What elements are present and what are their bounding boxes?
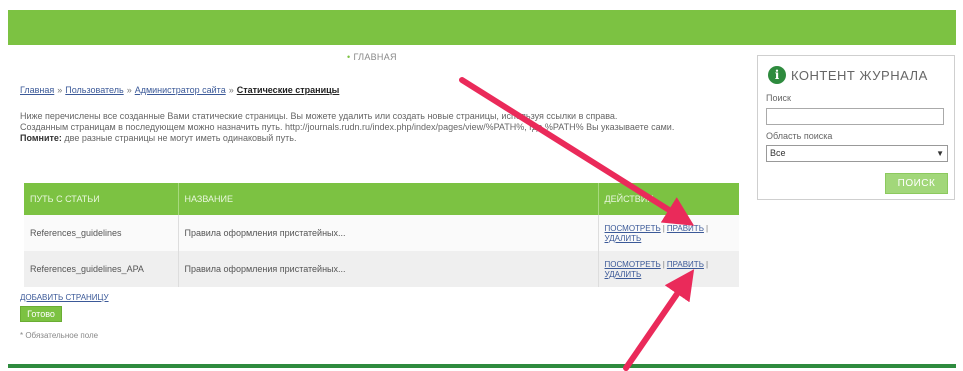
delete-link[interactable]: УДАЛИТЬ <box>605 270 734 279</box>
static-pages-table: ПУТЬ С СТАТЬИ НАЗВАНИЕ ДЕЙСТВИЯ Referenc… <box>24 183 739 287</box>
table-header-row: ПУТЬ С СТАТЬИ НАЗВАНИЕ ДЕЙСТВИЯ <box>24 183 739 215</box>
breadcrumb-separator: » <box>126 85 132 95</box>
link-divider: | <box>705 224 709 233</box>
description-line-2: Созданным страницам в последующем можно … <box>20 122 675 132</box>
breadcrumb: Главная» Пользователь» Администратор сайта… <box>20 85 339 95</box>
nav-home-label: ГЛАВНАЯ <box>353 52 397 62</box>
footer-bar <box>8 364 956 368</box>
sidebar-title: КОНТЕНТ ЖУРНАЛА <box>791 67 928 83</box>
link-divider: | <box>705 260 709 269</box>
arrow-lower <box>623 269 695 371</box>
search-button[interactable]: ПОИСК <box>885 173 948 194</box>
column-header-actions: ДЕЙСТВИЯ <box>598 183 739 215</box>
breadcrumb-item-site-admin[interactable]: Администратор сайта <box>135 85 226 95</box>
breadcrumb-separator: » <box>228 85 234 95</box>
note-text: две разные страницы не могут иметь одина… <box>64 133 297 143</box>
cell-title: Правила оформления пристатейных... <box>178 215 599 251</box>
cell-path: References_guidelines_APA <box>24 251 179 287</box>
breadcrumb-item-home[interactable]: Главная <box>20 85 54 95</box>
sidebar-header: i КОНТЕНТ ЖУРНАЛА <box>768 66 928 84</box>
search-scope-select[interactable]: Все ▼ <box>766 145 948 162</box>
page-description: Ниже перечислены все созданные Вами стат… <box>20 111 732 144</box>
breadcrumb-item-user[interactable]: Пользователь <box>65 85 123 95</box>
description-line-1: Ниже перечислены все созданные Вами стат… <box>20 111 618 121</box>
cell-path: References_guidelines <box>24 215 179 251</box>
table-row: References_guidelines_APA Правила оформл… <box>24 251 739 287</box>
search-scope-value: Все <box>770 148 786 158</box>
view-link[interactable]: ПОСМОТРЕТЬ <box>605 260 661 269</box>
link-divider: | <box>662 260 665 269</box>
note-bold: Помните: <box>20 133 62 143</box>
search-label: Поиск <box>766 93 791 103</box>
ready-button[interactable]: Готово <box>20 306 62 322</box>
dropdown-arrow-icon: ▼ <box>936 149 944 158</box>
edit-link[interactable]: ПРАВИТЬ <box>667 260 704 269</box>
view-link[interactable]: ПОСМОТРЕТЬ <box>605 224 661 233</box>
breadcrumb-separator: » <box>57 85 63 95</box>
header-bar <box>8 10 956 45</box>
info-icon: i <box>768 66 786 84</box>
description-note: Помните: две разные страницы не могут им… <box>20 133 732 144</box>
cell-title: Правила оформления пристатейных... <box>178 251 599 287</box>
delete-link[interactable]: УДАЛИТЬ <box>605 234 734 243</box>
required-field-note: * Обязательное поле <box>20 331 99 340</box>
search-input[interactable] <box>766 108 944 125</box>
column-header-title: НАЗВАНИЕ <box>178 183 599 215</box>
add-page-link[interactable]: ДОБАВИТЬ СТРАНИЦУ <box>20 293 109 302</box>
journal-content-sidebar: i КОНТЕНТ ЖУРНАЛА Поиск Область поиска В… <box>757 55 955 200</box>
edit-link[interactable]: ПРАВИТЬ <box>667 224 704 233</box>
table-row: References_guidelines Правила оформления… <box>24 215 739 251</box>
bullet-icon: • <box>347 52 351 62</box>
breadcrumb-current: Статические страницы <box>236 85 340 95</box>
search-scope-label: Область поиска <box>766 131 833 141</box>
nav-home[interactable]: • ГЛАВНАЯ <box>347 52 397 62</box>
cell-actions: ПОСМОТРЕТЬ | ПРАВИТЬ | УДАЛИТЬ <box>598 215 739 251</box>
link-divider: | <box>662 224 665 233</box>
column-header-path: ПУТЬ С СТАТЬИ <box>24 183 179 215</box>
cell-actions: ПОСМОТРЕТЬ | ПРАВИТЬ | УДАЛИТЬ <box>598 251 739 287</box>
